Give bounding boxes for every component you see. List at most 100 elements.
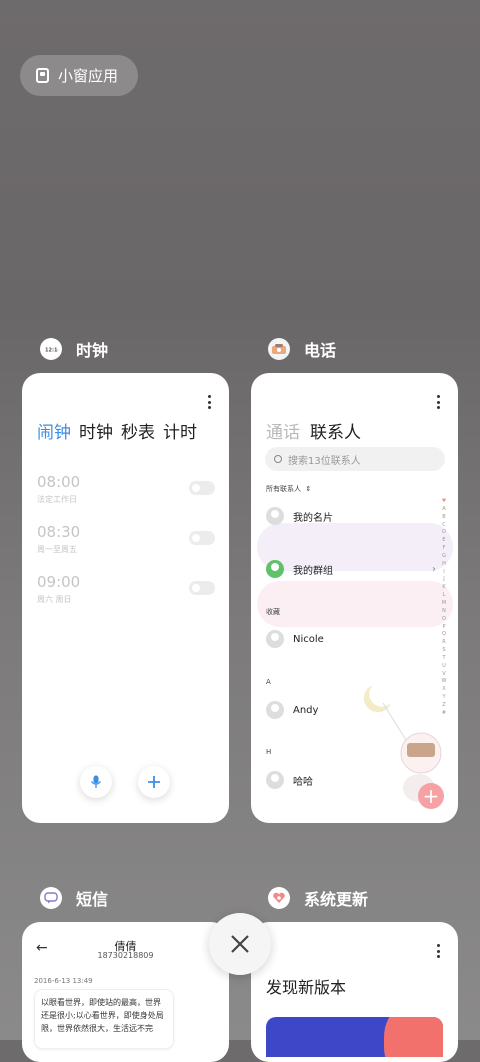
small-window-label: 小窗应用 [58, 67, 119, 85]
plus-icon: + [422, 784, 440, 808]
phone-app-header: 电话 [268, 337, 336, 361]
contacts-filter-label: 所有联系人 [266, 485, 301, 493]
index-letter[interactable]: Q [440, 631, 448, 639]
phone-app-name: 电话 [304, 341, 337, 360]
index-letter[interactable]: P [440, 624, 448, 632]
phone-app-card[interactable]: 通话 联系人 搜索13位联系人 所有联系人 ⇕ 我的名片 我的群组 › 收藏 N… [251, 373, 458, 823]
contact-name: Andy [293, 704, 319, 716]
index-letter[interactable]: D [440, 529, 448, 537]
sort-icon: ⇕ [303, 485, 312, 493]
small-window-apps-button[interactable]: 小窗应用 [20, 55, 138, 96]
message-bubble: 以眼看世界，即使站的最高，世界还是很小;以心看世界，即使身处局限，世界依然很大，… [34, 989, 174, 1049]
index-letter[interactable]: R [440, 639, 448, 647]
add-contact-button[interactable]: + [418, 783, 444, 809]
contact-row[interactable]: Nicole [266, 630, 324, 648]
small-window-icon [36, 68, 49, 83]
index-letter[interactable]: C [440, 522, 448, 530]
tab-clock[interactable]: 时钟 [79, 418, 113, 443]
more-options-icon[interactable] [436, 944, 440, 958]
index-letter[interactable]: G [440, 553, 448, 561]
clock-icon: 12:14 [40, 338, 62, 360]
section-header: A [266, 678, 271, 686]
tab-contacts[interactable]: 联系人 [310, 418, 361, 443]
index-letter[interactable]: S [440, 647, 448, 655]
more-options-icon[interactable] [207, 395, 211, 409]
index-letter[interactable]: V [440, 671, 448, 679]
avatar [266, 507, 284, 525]
contact-row[interactable]: Andy [266, 701, 318, 719]
update-app-header: 系统更新 [268, 886, 368, 910]
close-all-button[interactable] [209, 913, 271, 975]
message-icon [40, 887, 62, 909]
contact-name: 哈哈 [293, 776, 313, 788]
sms-app-name: 短信 [76, 890, 109, 909]
update-app-card[interactable]: 发现新版本 [251, 922, 458, 1062]
index-letter[interactable]: W [440, 678, 448, 686]
message-date: 2016-6-13 13:49 [34, 977, 93, 985]
update-banner [266, 1017, 443, 1057]
clock-app-card[interactable]: 闹钟 时钟 秒表 计时 08:00 法定工作日 08:30 周一至周五 09:0… [22, 373, 229, 823]
tab-alarm[interactable]: 闹钟 [37, 418, 71, 443]
plus-icon [148, 776, 160, 788]
chevron-right-icon: › [432, 563, 436, 575]
index-letter[interactable]: E [440, 537, 448, 545]
update-icon [268, 887, 290, 909]
alarm-repeat: 周六 周日 [37, 595, 72, 604]
add-alarm-button[interactable] [138, 766, 170, 798]
alarm-toggle[interactable] [189, 531, 215, 545]
decorative-band [257, 581, 453, 627]
index-letter[interactable]: B [440, 514, 448, 522]
update-app-name: 系统更新 [304, 890, 369, 909]
index-letter[interactable]: O [440, 616, 448, 624]
index-letter[interactable]: T [440, 655, 448, 663]
index-letter[interactable]: Z [440, 702, 448, 710]
my-groups-row[interactable]: 我的群组 › [266, 560, 436, 578]
contact-row[interactable]: 哈哈 [266, 771, 313, 789]
my-groups-label: 我的群组 [293, 565, 333, 577]
contact-name: Nicole [293, 633, 324, 645]
search-icon [274, 455, 282, 463]
microphone-icon [90, 775, 102, 788]
search-placeholder: 搜索13位联系人 [288, 455, 361, 467]
sms-app-header: 短信 [40, 886, 108, 910]
index-letter[interactable]: Y [440, 694, 448, 702]
clock-app-header: 12:14 时钟 [40, 337, 108, 361]
voice-alarm-button[interactable] [80, 766, 112, 798]
index-letter[interactable]: N [440, 608, 448, 616]
index-letter[interactable]: J [440, 576, 448, 584]
index-letter[interactable]: F [440, 545, 448, 553]
index-letter[interactable]: L [440, 592, 448, 600]
alphabet-index[interactable]: ♥ A B C D E F G H I J K L M N O P Q R S … [440, 498, 448, 718]
index-letter[interactable]: M [440, 600, 448, 608]
index-letter[interactable]: X [440, 686, 448, 694]
my-card-label: 我的名片 [293, 512, 333, 524]
index-letter[interactable]: A [440, 506, 448, 514]
sms-app-card[interactable]: ← 倩倩 18730218809 2016-6-13 13:49 以眼看世界，即… [22, 922, 229, 1062]
conversation-number: 18730218809 [97, 951, 154, 960]
alarm-item[interactable]: 08:00 法定工作日 [37, 473, 215, 513]
banner-shape [384, 1017, 443, 1057]
alarm-item[interactable]: 09:00 周六 周日 [37, 573, 215, 613]
favorites-header: 收藏 [266, 608, 280, 616]
tab-calls[interactable]: 通话 [266, 418, 300, 443]
alarm-repeat: 周一至周五 [37, 545, 77, 554]
tab-timer[interactable]: 计时 [163, 418, 197, 443]
phone-tabs: 通话 联系人 [266, 418, 361, 443]
index-letter[interactable]: K [440, 584, 448, 592]
alarm-toggle[interactable] [189, 481, 215, 495]
tab-stopwatch[interactable]: 秒表 [121, 418, 155, 443]
index-letter[interactable]: I [440, 569, 448, 577]
more-options-icon[interactable] [436, 395, 440, 409]
section-header: H [266, 748, 272, 756]
alarm-toggle[interactable] [189, 581, 215, 595]
index-letter[interactable]: H [440, 561, 448, 569]
alarm-repeat: 法定工作日 [37, 495, 77, 504]
my-card-row[interactable]: 我的名片 [266, 507, 333, 525]
contact-search-input[interactable]: 搜索13位联系人 [265, 447, 445, 471]
avatar [266, 771, 284, 789]
index-letter[interactable]: U [440, 663, 448, 671]
contacts-filter[interactable]: 所有联系人 ⇕ [266, 484, 311, 494]
clock-tabs: 闹钟 时钟 秒表 计时 [37, 418, 197, 443]
alarm-item[interactable]: 08:30 周一至周五 [37, 523, 215, 563]
index-letter[interactable]: # [440, 710, 448, 718]
